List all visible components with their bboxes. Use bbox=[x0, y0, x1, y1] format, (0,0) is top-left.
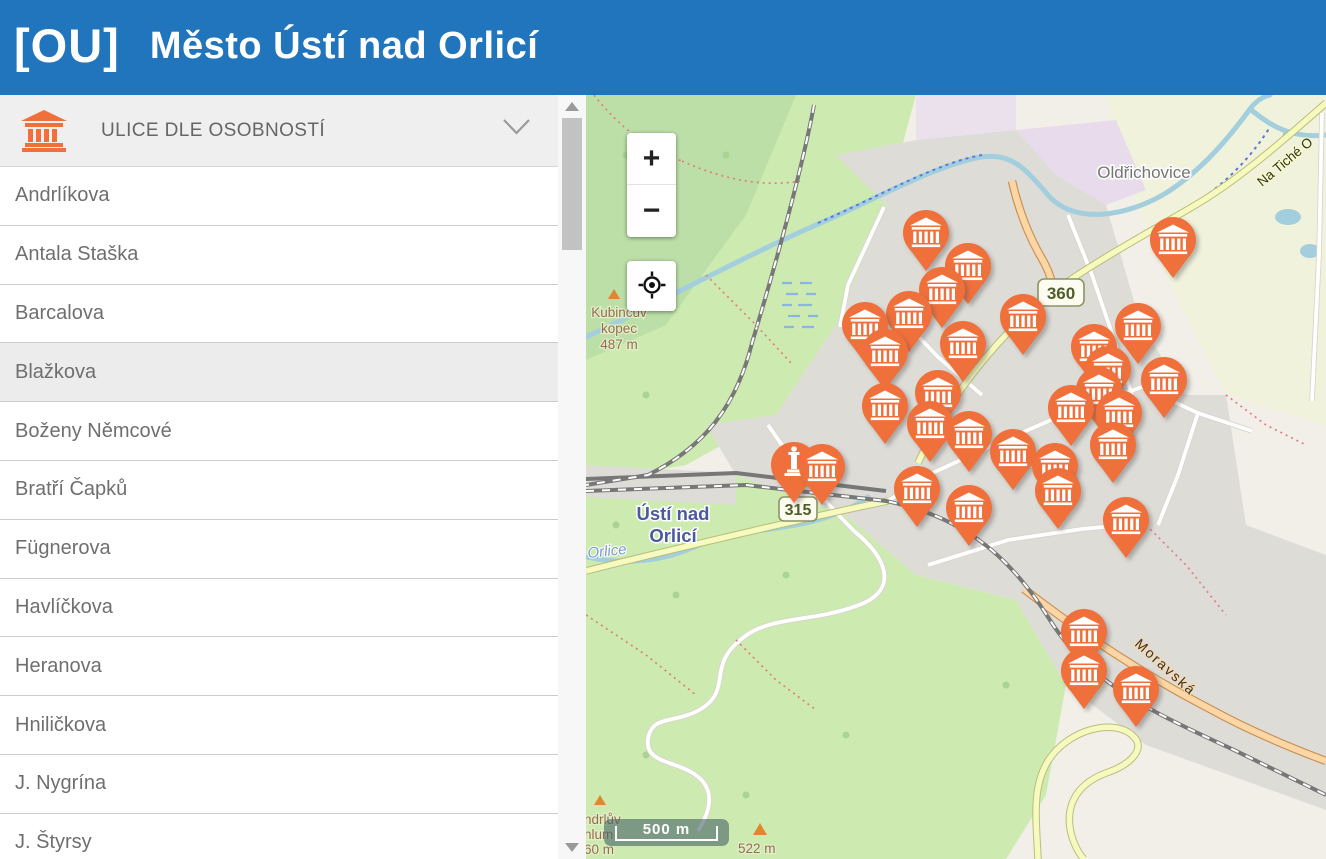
map-pin-museum[interactable] bbox=[799, 444, 845, 506]
street-list-item[interactable]: Antala Staška bbox=[0, 226, 558, 285]
svg-text:kopec: kopec bbox=[601, 321, 637, 336]
zoom-out-button[interactable]: − bbox=[627, 185, 676, 237]
map-scale-bar: 500 m bbox=[604, 819, 729, 846]
label-peak-522: 522 m bbox=[738, 841, 776, 856]
map-pin-museum[interactable] bbox=[1141, 357, 1187, 419]
locate-button[interactable] bbox=[627, 261, 676, 311]
category-header[interactable]: ULICE DLE OSOBNOSTÍ bbox=[0, 95, 558, 167]
map-pin-museum[interactable] bbox=[862, 383, 908, 445]
locate-crosshair-icon bbox=[638, 271, 666, 302]
map-canvas[interactable]: Oldřichovice Na Tiché O 360 315 Kubincův… bbox=[586, 95, 1326, 859]
scroll-up-arrow[interactable] bbox=[565, 102, 579, 111]
street-list: AndrlíkovaAntala StaškaBarcalovaBlažkova… bbox=[0, 167, 558, 859]
map-pin-museum[interactable] bbox=[903, 210, 949, 272]
street-list-item[interactable]: Fügnerova bbox=[0, 520, 558, 579]
app-window: [OU] Město Ústí nad Orlicí ULICE DLE OSO… bbox=[0, 0, 1326, 859]
street-list-item[interactable]: Hniličkova bbox=[0, 696, 558, 755]
svg-text:487 m: 487 m bbox=[600, 337, 638, 352]
category-title: ULICE DLE OSOBNOSTÍ bbox=[101, 120, 325, 142]
street-list-item[interactable]: Havlíčkova bbox=[0, 579, 558, 638]
map-zoom-control: + − bbox=[627, 133, 676, 237]
street-list-item[interactable]: Barcalova bbox=[0, 285, 558, 344]
svg-text:360: 360 bbox=[1047, 284, 1075, 303]
map-pin-museum[interactable] bbox=[1035, 468, 1081, 530]
map-pin-museum[interactable] bbox=[946, 411, 992, 473]
street-list-item[interactable]: Bratří Čapků bbox=[0, 461, 558, 520]
app-header: [OU] Město Ústí nad Orlicí bbox=[0, 0, 1326, 95]
map-pin-museum[interactable] bbox=[894, 466, 940, 528]
museum-icon bbox=[21, 110, 67, 152]
map-pin-museum[interactable] bbox=[1000, 294, 1046, 356]
map-pin-museum[interactable] bbox=[1150, 217, 1196, 279]
scroll-thumb[interactable] bbox=[562, 118, 582, 250]
sidebar-scrollbar[interactable] bbox=[558, 95, 586, 859]
map-pin-museum[interactable] bbox=[990, 429, 1036, 491]
map-pin-museum[interactable] bbox=[946, 485, 992, 547]
sidebar: ULICE DLE OSOBNOSTÍ AndrlíkovaAntala Sta… bbox=[0, 95, 558, 859]
zoom-in-button[interactable]: + bbox=[627, 133, 676, 185]
svg-text:Ústí nad: Ústí nad bbox=[637, 503, 710, 524]
street-list-item[interactable]: J. Nygrína bbox=[0, 755, 558, 814]
street-list-item[interactable]: Boženy Němcové bbox=[0, 402, 558, 461]
map-pin-museum[interactable] bbox=[1061, 648, 1107, 710]
street-list-item[interactable]: Blažkova bbox=[0, 343, 558, 402]
map-pin-museum[interactable] bbox=[862, 329, 908, 391]
map[interactable]: Oldřichovice Na Tiché O 360 315 Kubincův… bbox=[586, 95, 1326, 859]
street-list-item[interactable]: Andrlíkova bbox=[0, 167, 558, 226]
chevron-down-icon[interactable] bbox=[503, 119, 530, 140]
label-town: Oldřichovice bbox=[1097, 163, 1191, 182]
map-pin-museum[interactable] bbox=[1103, 497, 1149, 559]
map-pin-museum[interactable] bbox=[1048, 385, 1094, 447]
street-list-item[interactable]: Heranova bbox=[0, 637, 558, 696]
page-title: Město Ústí nad Orlicí bbox=[150, 25, 538, 68]
scale-label: 500 m bbox=[604, 821, 729, 838]
street-list-item[interactable]: J. Štyrsy bbox=[0, 814, 558, 859]
svg-text:Orlicí: Orlicí bbox=[649, 525, 697, 546]
map-pin-museum[interactable] bbox=[1090, 422, 1136, 484]
scroll-down-arrow[interactable] bbox=[565, 843, 579, 852]
app-logo[interactable]: [OU] bbox=[14, 18, 120, 73]
map-pin-museum[interactable] bbox=[1113, 666, 1159, 728]
